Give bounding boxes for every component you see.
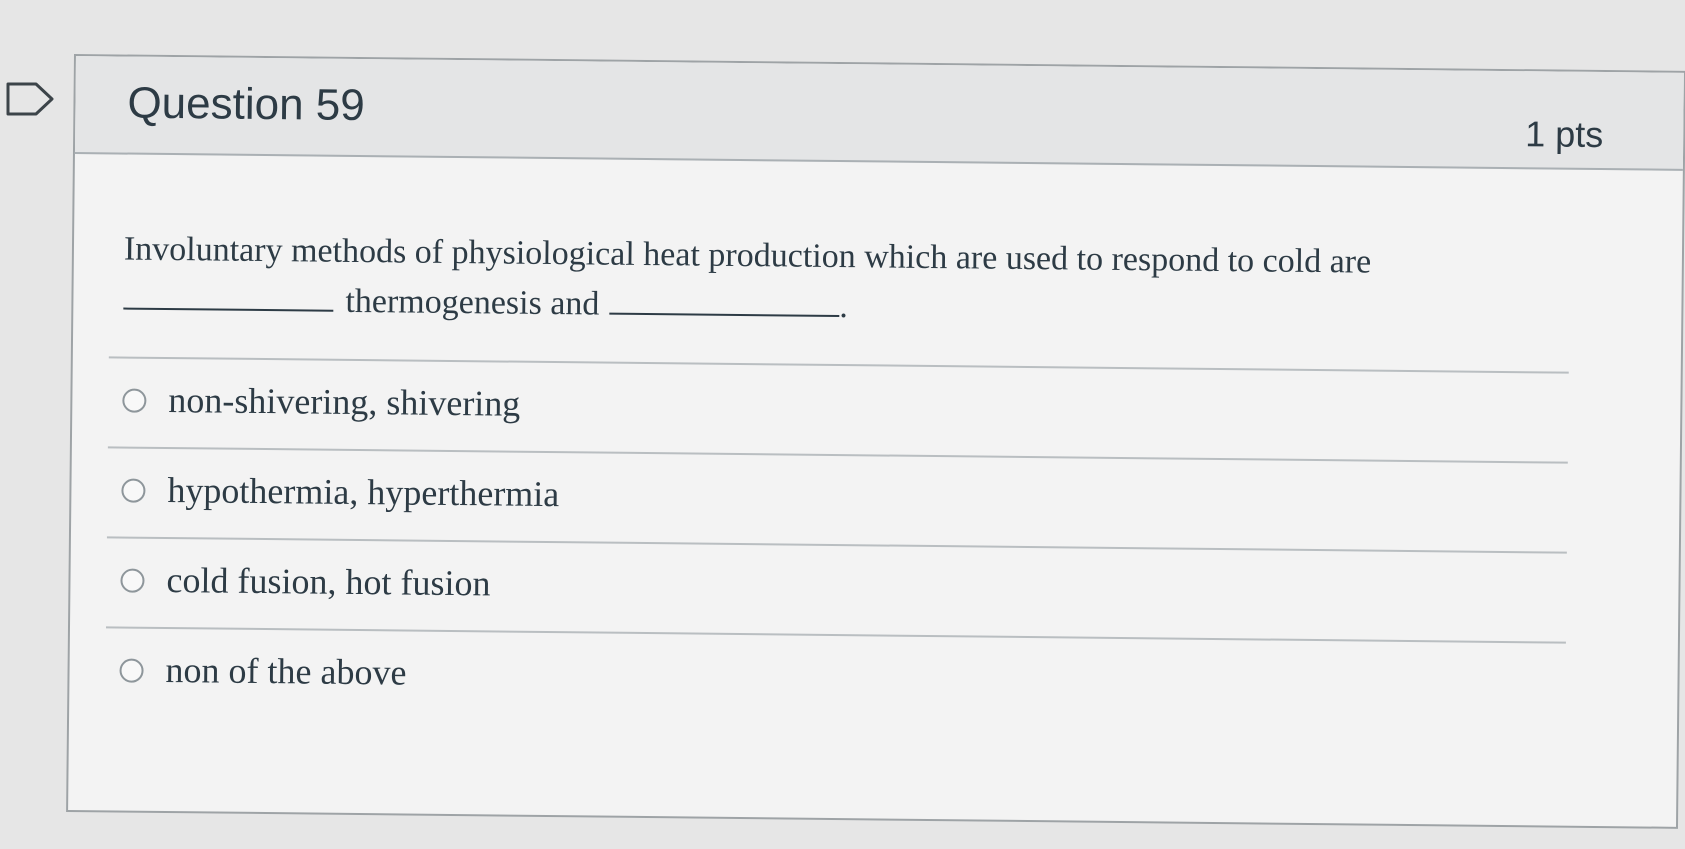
radio-unchecked-icon[interactable] [121, 478, 146, 503]
flag-question-icon[interactable] [6, 82, 54, 116]
answer-option-3[interactable]: cold fusion, hot fusion [106, 538, 1567, 641]
question-points: 1 pts [1524, 113, 1604, 156]
radio-unchecked-icon[interactable] [120, 568, 145, 593]
answer-option-4[interactable]: non of the above [105, 628, 1566, 731]
question-text-end: . [839, 288, 849, 326]
radio-unchecked-icon[interactable] [122, 388, 147, 413]
answer-label: non-shivering, shivering [168, 380, 521, 424]
question-header: Question 59 1 pts [74, 56, 1684, 171]
question-text-part1: Involuntary methods of physiological hea… [123, 230, 1372, 281]
question-text: Involuntary methods of physiological hea… [123, 225, 1584, 340]
answer-list: non-shivering, shivering hypothermia, hy… [105, 356, 1569, 731]
answer-option-2[interactable]: hypothermia, hyperthermia [107, 448, 1568, 551]
radio-unchecked-icon[interactable] [119, 658, 144, 683]
question-text-part2: thermogenesis and [345, 282, 600, 323]
answer-option-1[interactable]: non-shivering, shivering [108, 358, 1569, 461]
fill-blank-2 [609, 284, 840, 318]
question-title: Question 59 [127, 78, 366, 131]
answer-label: non of the above [165, 649, 407, 693]
answer-label: hypothermia, hyperthermia [167, 470, 560, 515]
answer-label: cold fusion, hot fusion [166, 559, 491, 604]
fill-blank-1 [123, 279, 334, 312]
question-card: Question 59 1 pts Involuntary methods of… [66, 54, 1685, 829]
